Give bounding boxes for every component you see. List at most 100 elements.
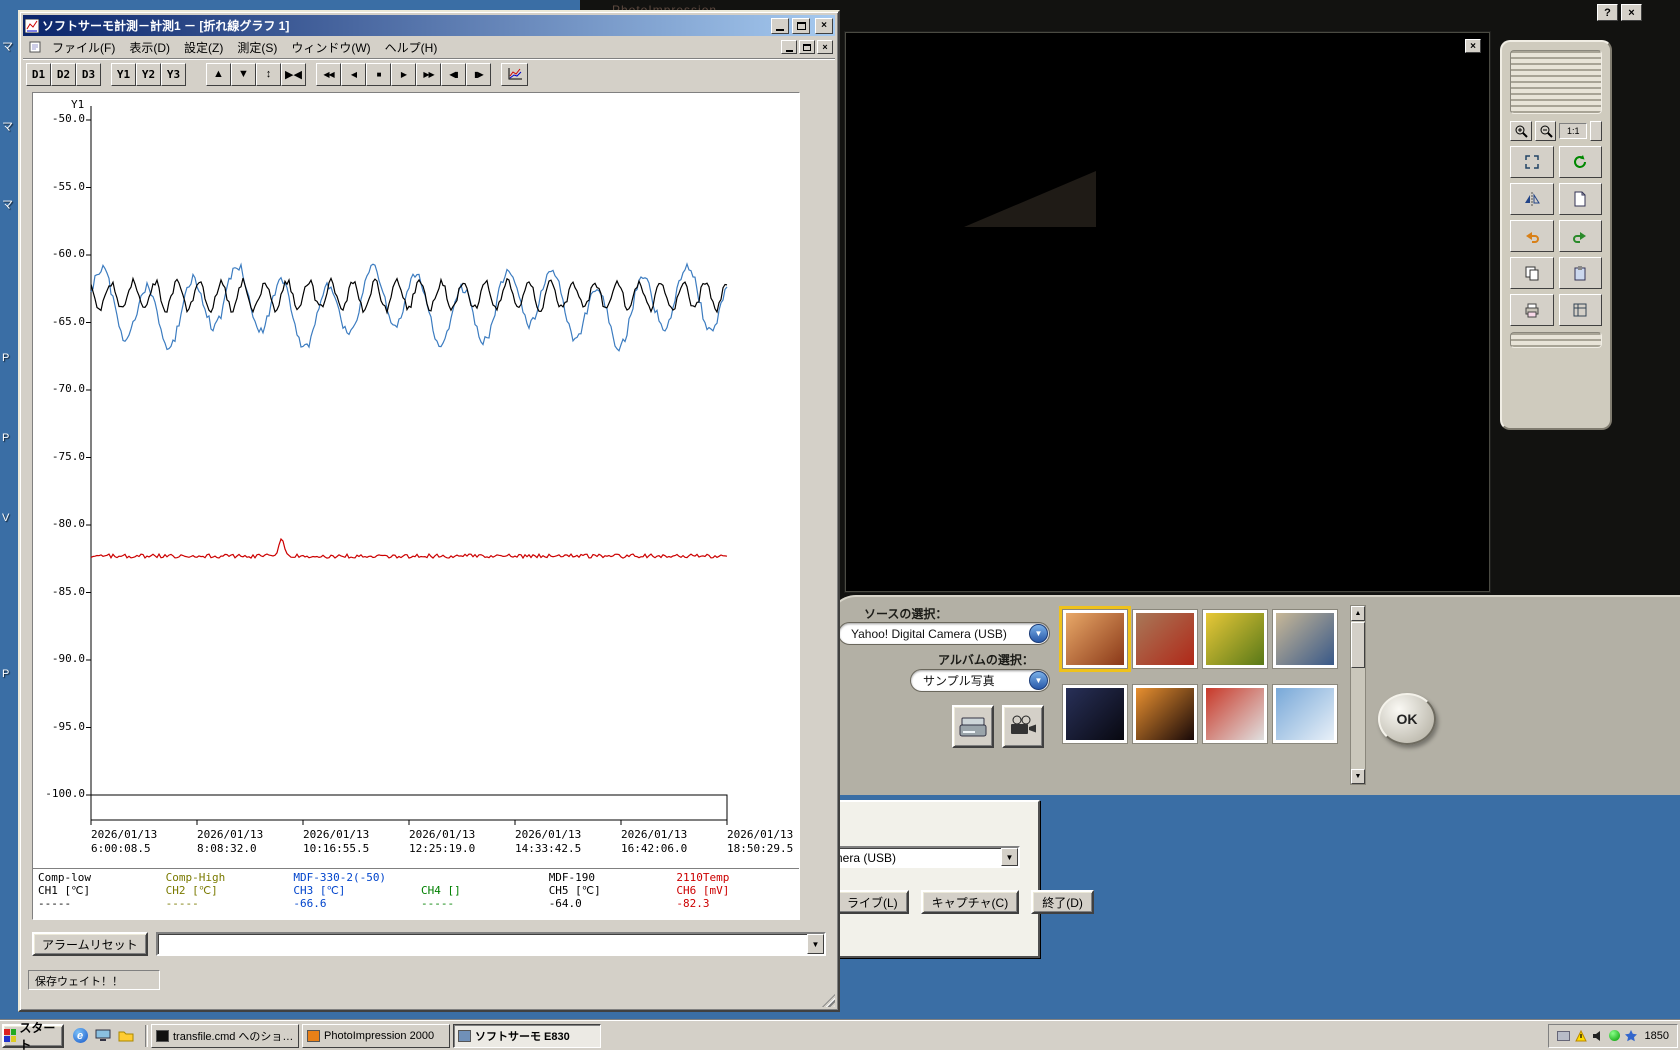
desktop-icon-fragment: P — [2, 352, 10, 364]
line-chart — [86, 106, 728, 825]
close-button[interactable]: × — [1621, 4, 1642, 21]
scroll-up-button[interactable]: ▲ — [1351, 606, 1365, 621]
chevron-down-icon[interactable]: ▼ — [1029, 671, 1048, 690]
menu-item[interactable]: 設定(Z) — [177, 37, 230, 58]
thumbnail[interactable] — [1272, 684, 1338, 744]
thumbnail[interactable] — [1132, 609, 1198, 669]
menu-item[interactable]: ヘルプ(H) — [378, 37, 445, 58]
legend-entry: CH4 [] ----- — [416, 869, 544, 919]
mdi-minimize-button[interactable] — [781, 40, 797, 54]
fit-window-button[interactable] — [1510, 146, 1554, 178]
thumbnail[interactable] — [1062, 684, 1128, 744]
chevron-down-icon[interactable]: ▼ — [1029, 624, 1048, 643]
playback-button[interactable]: ◀ — [341, 62, 366, 86]
menu-item[interactable]: 測定(S) — [230, 37, 284, 58]
alarm-reset-button[interactable]: アラームリセット — [32, 932, 148, 956]
data-select-button[interactable]: D1 — [26, 62, 51, 86]
mdi-restore-button[interactable] — [799, 40, 815, 54]
resize-grip[interactable] — [822, 994, 835, 1007]
menu-item[interactable]: 表示(D) — [122, 37, 177, 58]
zoom-out-button[interactable] — [1534, 121, 1557, 141]
graph-icon — [508, 68, 522, 80]
quicklaunch-folder-icon[interactable] — [116, 1026, 136, 1046]
camera-source-button[interactable] — [1002, 705, 1044, 748]
task-button[interactable]: ソフトサーモ E830 — [453, 1023, 601, 1048]
menu-item[interactable]: ファイル(F) — [45, 37, 122, 58]
paste-button[interactable] — [1558, 257, 1602, 289]
taskbar: スタート e transfile.cmd へのショート... PhotoImpr… — [0, 1020, 1680, 1050]
close-button[interactable]: × — [815, 17, 833, 34]
chevron-down-icon[interactable]: ▼ — [807, 934, 824, 954]
tray-star-icon[interactable] — [1624, 1029, 1637, 1042]
dialog-button[interactable]: キャプチャ(C) — [920, 890, 1020, 914]
flip-horizontal-button[interactable] — [1510, 183, 1554, 215]
tray-printer-icon[interactable] — [1556, 1030, 1570, 1041]
scroll-down-button[interactable]: ▼ — [1351, 769, 1365, 784]
y-tick-label: -50.0 — [51, 112, 85, 125]
chevron-down-icon[interactable]: ▼ — [1001, 848, 1018, 866]
scrollbar-thumb[interactable] — [1351, 622, 1365, 668]
ok-button[interactable]: OK — [1378, 693, 1436, 745]
refresh-button[interactable] — [1558, 146, 1602, 178]
restore-button[interactable] — [792, 17, 810, 34]
thumbnail[interactable] — [1202, 609, 1268, 669]
tray-status-icon[interactable] — [1608, 1030, 1620, 1041]
mdi-system-icon[interactable] — [29, 41, 41, 53]
undo-button[interactable] — [1510, 220, 1554, 252]
thumbnail[interactable] — [1132, 684, 1198, 744]
settings-button[interactable] — [1558, 294, 1602, 326]
task-button[interactable]: transfile.cmd へのショート... — [151, 1023, 299, 1048]
source-select-dropdown[interactable]: Yahoo! Digital Camera (USB) ▼ — [838, 622, 1050, 645]
copy-button[interactable] — [1510, 257, 1554, 289]
thumbnail[interactable] — [1272, 609, 1338, 669]
playback-button[interactable]: ◀▮ — [441, 62, 466, 86]
help-button[interactable]: ? — [1597, 4, 1618, 21]
copy-page-button[interactable] — [1558, 183, 1602, 215]
detail-button[interactable] — [1590, 121, 1602, 141]
y-tick-label: -95.0 — [51, 719, 85, 733]
print-button[interactable] — [1510, 294, 1554, 326]
playback-button[interactable]: ▶ — [391, 62, 416, 86]
redo-button[interactable] — [1558, 220, 1602, 252]
quicklaunch-desktop-icon[interactable] — [93, 1026, 113, 1046]
zoom-in-button[interactable] — [1510, 121, 1532, 141]
scanner-source-button[interactable] — [952, 705, 994, 748]
thumbnail[interactable] — [1059, 606, 1131, 672]
dialog-button[interactable]: 終了(D) — [1031, 890, 1094, 914]
mdi-close-button[interactable]: × — [817, 40, 833, 54]
scroll-arrow-button[interactable]: ▶◀ — [281, 62, 306, 86]
data-select-button[interactable]: D2 — [51, 62, 76, 86]
tray-warning-icon[interactable] — [1574, 1029, 1587, 1042]
task-button[interactable]: PhotoImpression 2000 — [302, 1023, 450, 1048]
axis-select-button[interactable]: Y3 — [161, 62, 186, 86]
playback-button[interactable]: ▮▶ — [466, 62, 491, 86]
axis-select-button[interactable]: Y2 — [136, 62, 161, 86]
tray-clock[interactable]: 1850 — [1642, 1030, 1669, 1042]
titlebar[interactable]: ソフトサーモ計測－計測1 － [折れ線グラフ 1] × — [23, 15, 835, 36]
minimize-button[interactable] — [771, 17, 789, 34]
playback-button[interactable]: ▶▶ — [416, 62, 441, 86]
start-button[interactable]: スタート — [2, 1021, 64, 1050]
scroll-arrow-button[interactable]: ↕ — [256, 62, 281, 86]
preview-close-button[interactable]: × — [1465, 39, 1481, 53]
album-select-label: アルバムの選択： — [938, 653, 1034, 667]
thumbnail-scrollbar[interactable]: ▲ ▼ — [1350, 605, 1366, 785]
tray-volume-icon[interactable] — [1592, 1030, 1604, 1042]
x-tick-date: 2026/01/13 — [197, 828, 264, 841]
playback-button[interactable]: ◀◀ — [316, 62, 341, 86]
album-select-dropdown[interactable]: サンプル写真 ▼ — [910, 669, 1050, 692]
data-select-button[interactable]: D3 — [76, 62, 101, 86]
quicklaunch-ie-icon[interactable]: e — [70, 1026, 90, 1046]
alarm-combobox[interactable]: ▼ — [155, 932, 826, 956]
graph-mode-button[interactable] — [501, 62, 528, 86]
axis-select-button[interactable]: Y1 — [111, 62, 136, 86]
camera-preview-area: × — [845, 32, 1490, 592]
fit-window-icon — [1525, 155, 1539, 169]
dialog-button[interactable]: ライブ(L) — [836, 890, 909, 914]
scroll-arrow-button[interactable]: ▲ — [206, 62, 231, 86]
menu-item[interactable]: ウィンドウ(W) — [284, 37, 377, 58]
camera-select-combobox[interactable]: amera (USB) ▼ — [820, 846, 1020, 868]
thumbnail[interactable] — [1202, 684, 1268, 744]
scroll-arrow-button[interactable]: ▼ — [231, 62, 256, 86]
playback-button[interactable]: ■ — [366, 62, 391, 86]
